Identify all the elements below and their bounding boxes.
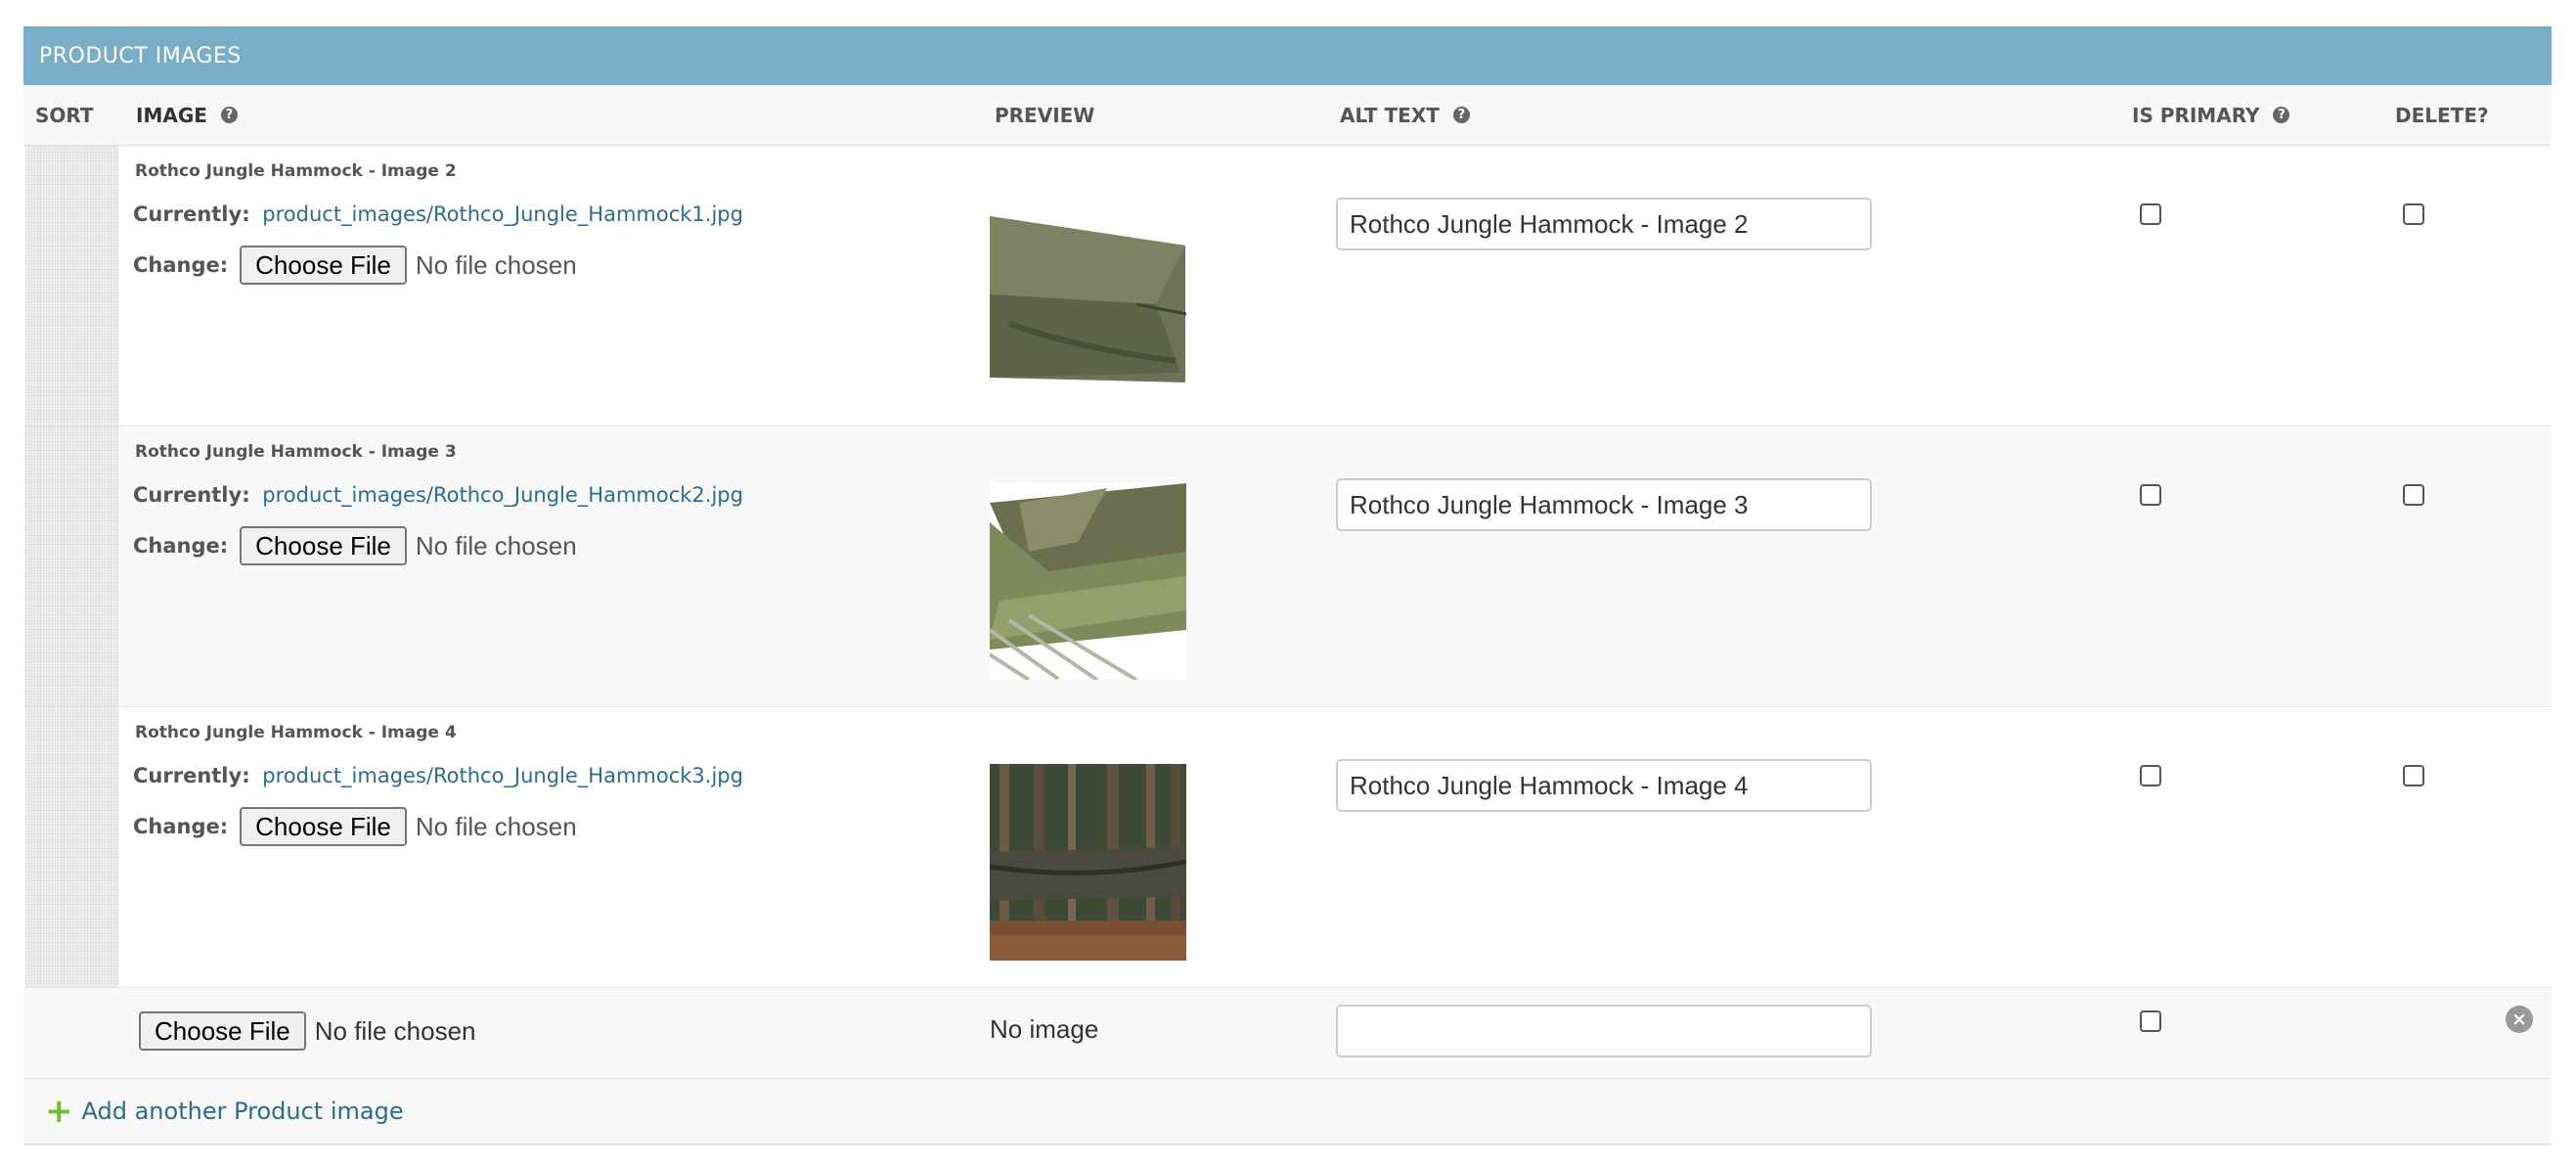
header-is-primary: IS PRIMARY ? bbox=[2132, 85, 2290, 145]
change-line: Change: Choose File No file chosen bbox=[133, 807, 577, 846]
current-file-link[interactable]: product_images/Rothco_Jungle_Hammock3.jp… bbox=[262, 764, 743, 787]
hammock-thumbnail-2 bbox=[990, 483, 1186, 680]
choose-file-button[interactable]: Choose File bbox=[240, 526, 407, 565]
hammock-preview-image[interactable] bbox=[990, 483, 1186, 680]
change-label: Change: bbox=[133, 253, 229, 277]
currently-line: Currently: product_images/Rothco_Jungle_… bbox=[133, 764, 743, 787]
header-sort: SORT bbox=[35, 103, 94, 127]
product-images-inline: PRODUCT IMAGES SORT IMAGE ? PREVIEW ALT … bbox=[23, 26, 2552, 1145]
original-title: Rothco Jungle Hammock - Image 3 bbox=[135, 442, 457, 462]
drag-handle[interactable] bbox=[25, 707, 118, 987]
remove-row-icon[interactable]: × bbox=[2506, 1006, 2533, 1033]
currently-line: Currently: product_images/Rothco_Jungle_… bbox=[133, 483, 743, 507]
add-another-link[interactable]: Add another Product image bbox=[82, 1098, 404, 1125]
choose-file-button[interactable]: Choose File bbox=[139, 1011, 306, 1051]
choose-file-button[interactable]: Choose File bbox=[240, 807, 407, 846]
currently-line: Currently: product_images/Rothco_Jungle_… bbox=[133, 202, 743, 226]
currently-label: Currently: bbox=[133, 202, 250, 226]
new-image-row: Choose File No file chosen No image × bbox=[23, 988, 2552, 1079]
help-icon[interactable]: ? bbox=[1452, 107, 1470, 123]
change-line: Change: Choose File No file chosen bbox=[133, 526, 577, 565]
table-row: Rothco Jungle Hammock - Image 4 Currentl… bbox=[23, 707, 2552, 988]
help-icon[interactable]: ? bbox=[220, 107, 238, 123]
no-image-text: No image bbox=[990, 1014, 1099, 1044]
alt-text-input[interactable]: Rothco Jungle Hammock - Image 4 bbox=[1336, 759, 1872, 812]
help-icon[interactable]: ? bbox=[2273, 107, 2290, 123]
header-preview: PREVIEW bbox=[995, 103, 1095, 127]
no-file-text: No file chosen bbox=[415, 249, 577, 280]
change-label: Change: bbox=[133, 815, 229, 838]
is-primary-checkbox[interactable] bbox=[2140, 765, 2161, 786]
delete-checkbox[interactable] bbox=[2403, 203, 2424, 225]
hammock-preview-image[interactable] bbox=[990, 187, 1186, 383]
inline-caption: PRODUCT IMAGES bbox=[23, 26, 2552, 85]
no-file-text: No file chosen bbox=[314, 1015, 476, 1046]
add-row: + Add another Product image bbox=[23, 1079, 2552, 1145]
current-file-link[interactable]: product_images/Rothco_Jungle_Hammock2.jp… bbox=[262, 483, 743, 507]
no-file-text: No file chosen bbox=[415, 530, 577, 561]
is-primary-checkbox[interactable] bbox=[2140, 203, 2161, 225]
original-title: Rothco Jungle Hammock - Image 4 bbox=[135, 723, 457, 742]
alt-text-input[interactable]: Rothco Jungle Hammock - Image 3 bbox=[1336, 478, 1872, 531]
change-line: Change: Choose File No file chosen bbox=[133, 246, 577, 285]
header-is-primary-label: IS PRIMARY bbox=[2132, 103, 2260, 127]
hammock-preview-image[interactable] bbox=[990, 764, 1186, 961]
choose-file-button[interactable]: Choose File bbox=[240, 246, 407, 285]
plus-icon: + bbox=[45, 1092, 73, 1131]
table-row: Rothco Jungle Hammock - Image 2 Currentl… bbox=[23, 146, 2552, 426]
header-delete: DELETE? bbox=[2395, 103, 2489, 127]
alt-text-input[interactable] bbox=[1336, 1005, 1872, 1057]
original-title: Rothco Jungle Hammock - Image 2 bbox=[135, 161, 457, 181]
drag-handle[interactable] bbox=[25, 426, 118, 706]
drag-handle[interactable] bbox=[25, 146, 118, 426]
currently-label: Currently: bbox=[133, 483, 250, 507]
header-alt-text: ALT TEXT ? bbox=[1340, 85, 1470, 145]
change-label: Change: bbox=[133, 534, 229, 558]
table-header: SORT IMAGE ? PREVIEW ALT TEXT ? IS PRIMA… bbox=[23, 85, 2552, 146]
header-image: IMAGE ? bbox=[136, 85, 238, 145]
current-file-link[interactable]: product_images/Rothco_Jungle_Hammock1.jp… bbox=[262, 202, 743, 226]
table-row: Rothco Jungle Hammock - Image 3 Currentl… bbox=[23, 426, 2552, 707]
header-image-label: IMAGE bbox=[136, 103, 207, 127]
hammock-thumbnail-3 bbox=[990, 764, 1186, 961]
no-file-text: No file chosen bbox=[415, 811, 577, 841]
currently-label: Currently: bbox=[133, 764, 250, 787]
hammock-thumbnail-1 bbox=[990, 187, 1186, 383]
is-primary-checkbox[interactable] bbox=[2140, 1010, 2161, 1032]
is-primary-checkbox[interactable] bbox=[2140, 484, 2161, 506]
delete-checkbox[interactable] bbox=[2403, 484, 2424, 506]
alt-text-input[interactable]: Rothco Jungle Hammock - Image 2 bbox=[1336, 198, 1872, 250]
delete-checkbox[interactable] bbox=[2403, 765, 2424, 786]
new-file-picker: Choose File No file chosen bbox=[139, 1011, 476, 1051]
header-alt-text-label: ALT TEXT bbox=[1340, 103, 1440, 127]
